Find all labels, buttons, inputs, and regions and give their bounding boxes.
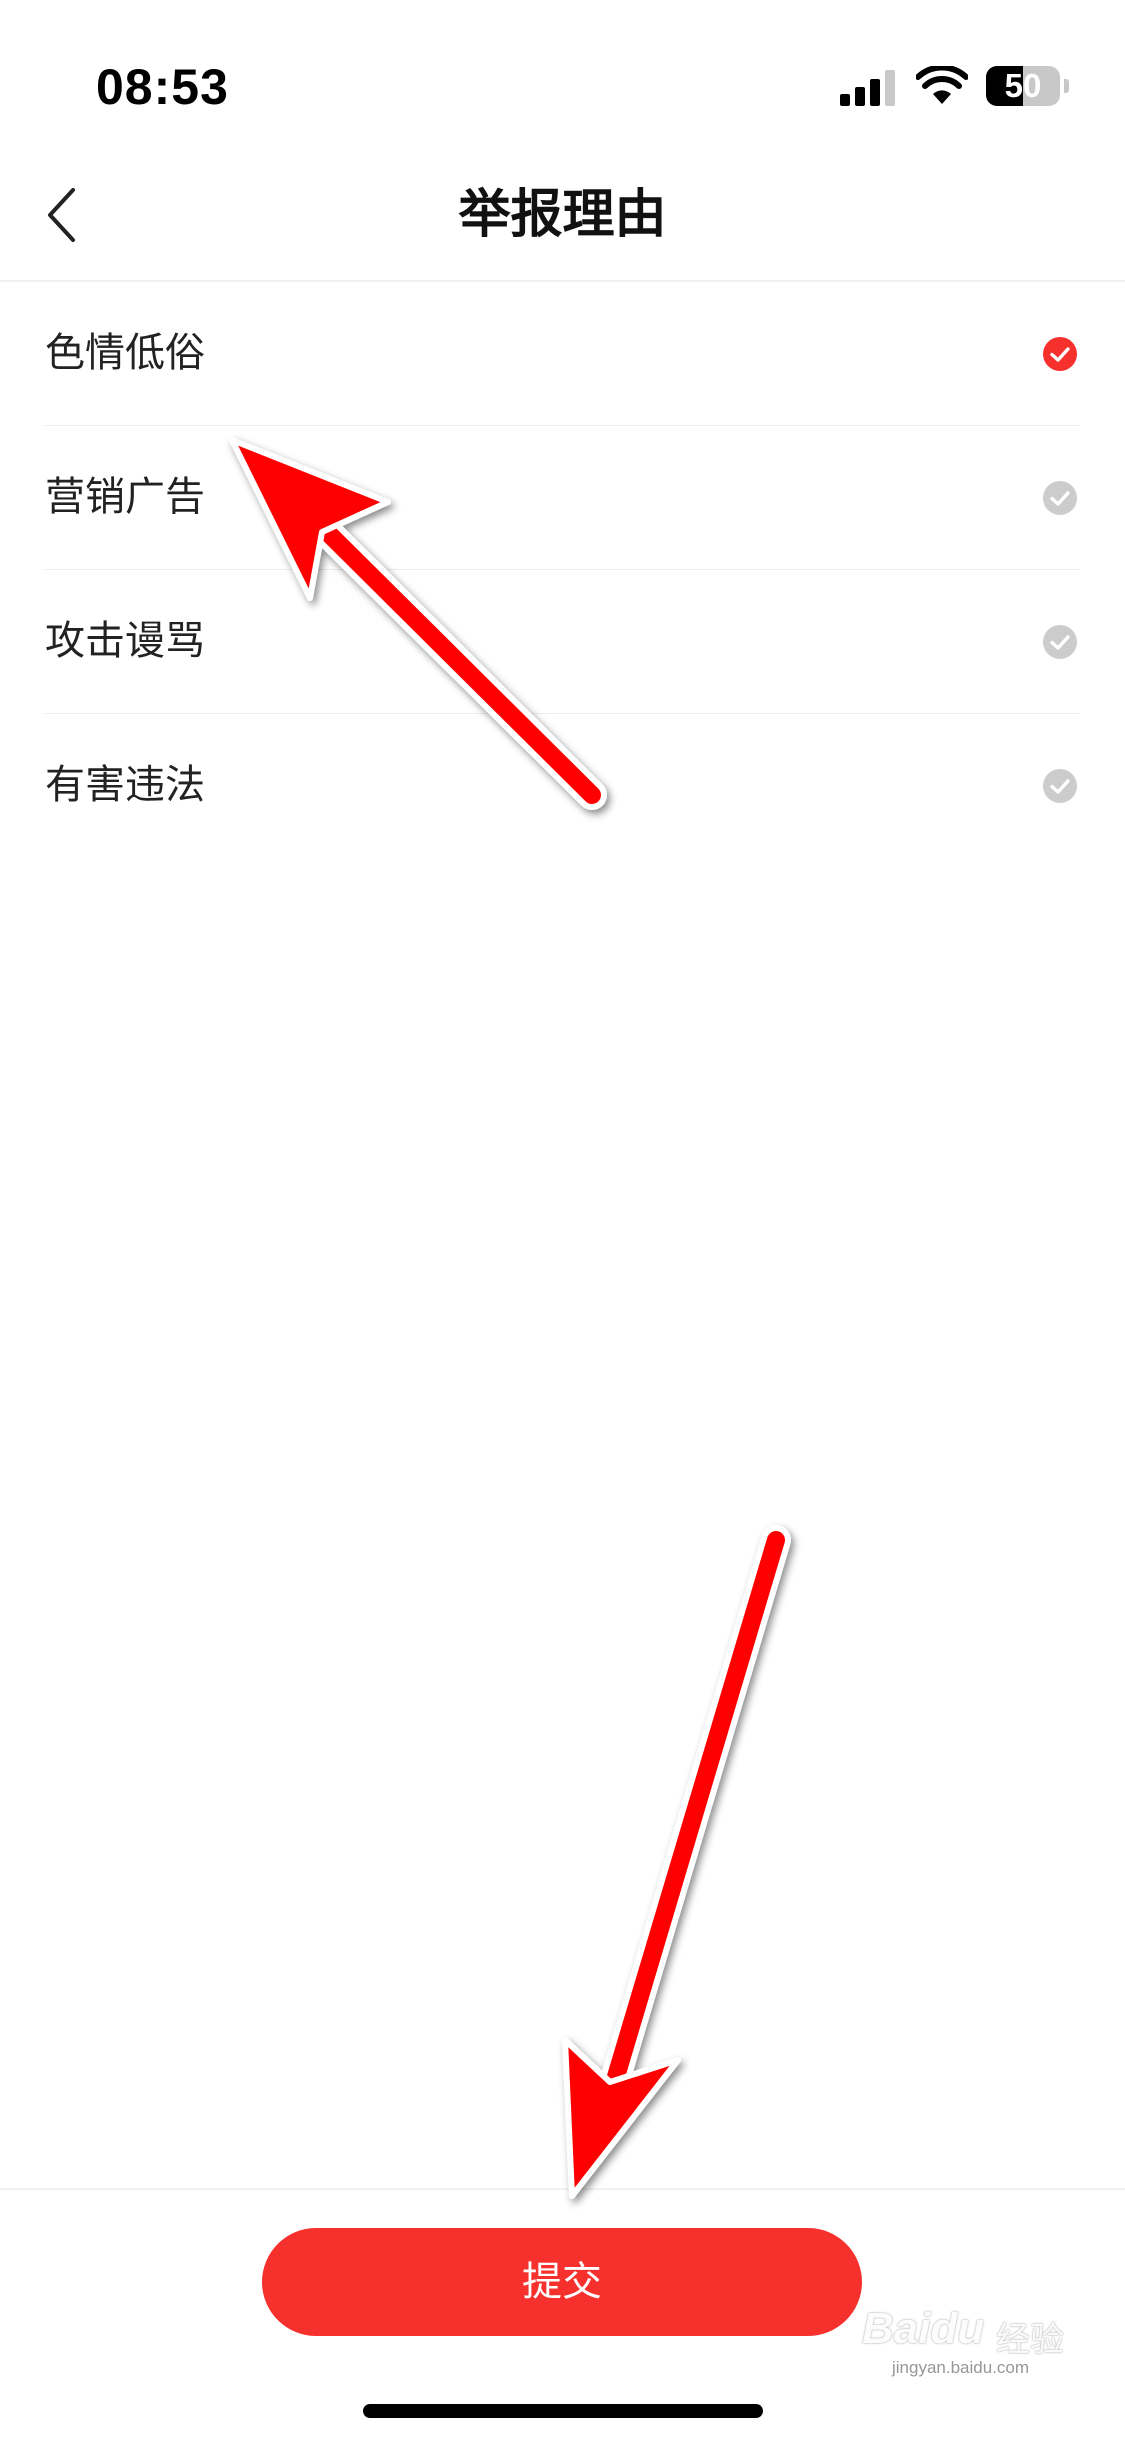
page-title: 举报理由 — [458, 184, 667, 245]
submit-button[interactable]: 提交 — [262, 2228, 862, 2336]
annotation-arrow-down — [562, 1525, 791, 2199]
reason-label: 攻击谩骂 — [45, 618, 205, 664]
cellular-signal-icon — [840, 70, 895, 106]
battery-indicator: 50 — [986, 66, 1069, 106]
reason-label: 营销广告 — [45, 474, 205, 520]
reason-item[interactable]: 色情低俗 — [45, 282, 1080, 426]
check-circle-icon — [1043, 769, 1077, 803]
status-bar: 08:53 50 — [0, 0, 1125, 150]
home-indicator — [363, 2404, 763, 2418]
wifi-icon — [916, 66, 968, 104]
check-circle-icon — [1043, 625, 1077, 659]
reason-item[interactable]: 攻击谩骂 — [45, 570, 1080, 714]
reason-label: 色情低俗 — [45, 330, 205, 376]
nav-bar: 举报理由 — [0, 150, 1125, 282]
check-circle-icon — [1043, 337, 1077, 371]
bottom-bar: 提交 — [0, 2188, 1125, 2438]
status-time: 08:53 — [96, 59, 229, 115]
check-circle-icon — [1043, 481, 1077, 515]
reason-item[interactable]: 营销广告 — [45, 426, 1080, 570]
battery-percent: 50 — [1004, 67, 1042, 104]
reason-label: 有害违法 — [45, 762, 205, 808]
reason-item[interactable]: 有害违法 — [45, 714, 1080, 857]
report-reason-list: 色情低俗 营销广告 攻击谩骂 有害违法 — [0, 282, 1125, 857]
